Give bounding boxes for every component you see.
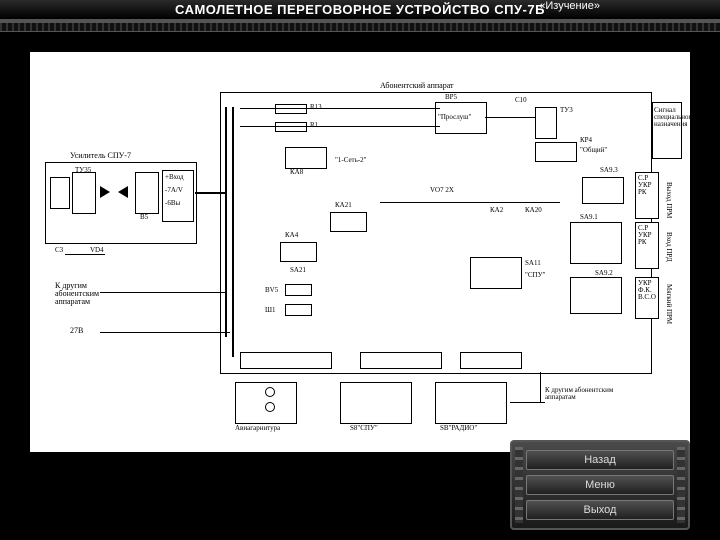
proslush-label: "Прослуш" — [438, 114, 471, 121]
terminal-row-2 — [360, 352, 442, 369]
nav-exit-button[interactable]: Выход — [526, 500, 674, 520]
wire-other2 — [510, 402, 545, 403]
headset-jack-2 — [265, 402, 275, 412]
wire-top-2 — [240, 126, 440, 127]
wire-bp5 — [485, 117, 535, 118]
wire-other1 — [100, 292, 225, 293]
nav-back-button[interactable]: Назад — [526, 450, 674, 470]
headset-label: Авиагарнитура — [235, 425, 280, 432]
wire-27v — [100, 332, 230, 333]
b5-label: В5 — [140, 214, 148, 221]
diode-wire — [380, 202, 560, 203]
net12-label: "1-Сеть-2" — [335, 157, 367, 164]
bp5-label: ВР5 — [445, 94, 457, 101]
terminal-row-1 — [240, 352, 332, 369]
v27-label: 27В — [70, 327, 83, 335]
sb-radio-block — [435, 382, 507, 424]
ka21-label: КА21 — [335, 202, 352, 209]
bv5-label: ВV5 — [265, 287, 278, 294]
ka21-block — [330, 212, 367, 232]
input-jack-1 — [50, 177, 70, 209]
c10-label: C10 — [515, 97, 527, 104]
sa91-label: SA9.1 — [580, 214, 598, 221]
amplifier-label: Усилитель СПУ-7 — [70, 152, 131, 160]
s8-block — [340, 382, 412, 424]
s8-label: S8"СПУ" — [350, 425, 378, 432]
transformer-b5 — [135, 172, 159, 214]
wire — [65, 254, 105, 255]
amp-triangle-2 — [118, 186, 128, 198]
tv3-label: ТУ3 — [560, 107, 573, 114]
sa93-block — [582, 177, 624, 204]
prd-in-label: Вход ПРД — [665, 232, 672, 262]
amp-triangle-1 — [100, 186, 110, 198]
transformer-tv35 — [72, 172, 96, 214]
headset-jack-1 — [265, 387, 275, 397]
sa93-label: SA9.3 — [600, 167, 618, 174]
terminal-row-3 — [460, 352, 522, 369]
sa92-label: SA9.2 — [595, 270, 613, 277]
r13-box — [275, 104, 307, 114]
ka4-label: КА4 — [285, 232, 298, 239]
to-other-2: К другим абонентским аппаратам — [545, 387, 615, 401]
bus-v1 — [225, 107, 227, 337]
ka20-label: КА20 — [525, 207, 542, 214]
sa11-block — [470, 257, 522, 289]
cp-list-2: С.Р УКР РК — [638, 225, 652, 246]
wire-down-1 — [540, 372, 541, 402]
signal-label: Сигнал специального назначения — [654, 107, 678, 128]
cp-list-1: С.Р УКР РК — [638, 175, 652, 196]
kp4-label: КР4 — [580, 137, 592, 144]
prm-soft-label: Мягкий ПРМ — [665, 284, 672, 324]
nav-panel: Назад Меню Выход — [510, 440, 690, 530]
sa21-label: SA21 — [290, 267, 306, 274]
subscriber-unit-label: Абонентский аппарат — [380, 82, 454, 90]
slide-header: «Изучение» САМОЛЕТНОЕ ПЕРЕГОВОРНОЕ УСТРО… — [0, 0, 720, 22]
bv5-box — [285, 284, 312, 296]
obshch-label: "Общий" — [580, 147, 607, 154]
to-other-1: К другим абонентским аппаратам — [55, 282, 125, 306]
prm-out-label: Выход ПРМ — [665, 182, 672, 218]
ka8-block — [285, 147, 327, 169]
schematic-image: Усилитель СПУ-7 ТУ35 В5 +Вход -7A/V -6Вы… — [30, 52, 690, 452]
sa91-block — [570, 222, 622, 264]
plus27-label: +Вход — [165, 174, 184, 181]
bus-v2 — [232, 107, 234, 357]
ka4-block — [280, 242, 317, 262]
sa11-label: SA11 — [525, 260, 541, 267]
out2-label: -6Вы — [165, 200, 180, 207]
sh1-label: Ш1 — [265, 307, 276, 314]
nav-menu-button[interactable]: Меню — [526, 475, 674, 495]
slide-title: САМОЛЕТНОЕ ПЕРЕГОВОРНОЕ УСТРОЙСТВО СПУ-7… — [0, 2, 720, 17]
wire-top-1 — [240, 108, 440, 109]
ukr-list: УКР Ф.К. В.С.О — [638, 280, 656, 301]
sh1-box — [285, 304, 312, 316]
spu-label: "СПУ" — [525, 272, 545, 279]
r1-box — [275, 122, 307, 132]
ka8-label: КА8 — [290, 169, 303, 176]
ka2-label: КА2 — [490, 207, 503, 214]
sb-radio-label: SВ"РАДИО" — [440, 425, 477, 432]
vd4-label: VD4 — [90, 247, 104, 254]
bus-1 — [195, 192, 225, 194]
sa92-block — [570, 277, 622, 314]
c3-label: C3 — [55, 247, 63, 254]
kp4-block — [535, 142, 577, 162]
header-tag: «Изучение» — [539, 0, 600, 12]
ruler-decoration — [0, 22, 720, 32]
out1-label: -7A/V — [165, 187, 183, 194]
vo7-label: VО7 2Х — [430, 187, 454, 194]
tv3-block — [535, 107, 557, 139]
